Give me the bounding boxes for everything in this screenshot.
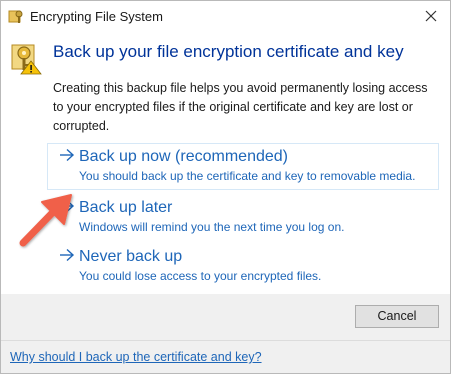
arrow-right-icon xyxy=(60,148,75,162)
option-back-up-later[interactable]: Back up later Windows will remind you th… xyxy=(47,194,439,241)
option-title: Back up now (recommended) xyxy=(79,148,288,165)
certificate-key-warning-icon xyxy=(11,44,42,75)
option-subtitle: You could lose access to your encrypted … xyxy=(79,269,322,283)
cancel-button[interactable]: Cancel xyxy=(355,305,439,328)
description-text: Creating this backup file helps you avoi… xyxy=(53,81,428,133)
divider xyxy=(1,340,450,341)
title-bar: Encrypting File System xyxy=(1,1,450,31)
certificate-key-icon xyxy=(8,10,23,23)
page-title: Back up your file encryption certificate… xyxy=(53,42,404,61)
red-pointer-arrow-icon xyxy=(19,194,72,247)
option-title: Back up later xyxy=(79,199,173,216)
option-never-back-up[interactable]: Never back up You could lose access to y… xyxy=(47,243,439,290)
option-subtitle: Windows will remind you the next time yo… xyxy=(79,220,345,234)
help-link[interactable]: Why should I back up the certificate and… xyxy=(10,350,262,365)
window-title: Encrypting File System xyxy=(30,9,163,24)
efs-backup-dialog: Encrypting File System Back up your file… xyxy=(0,0,451,374)
close-icon[interactable] xyxy=(418,4,444,28)
option-back-up-now[interactable]: Back up now (recommended) You should bac… xyxy=(47,143,439,190)
option-title: Never back up xyxy=(79,248,183,265)
dialog-footer: Cancel Why should I back up the certific… xyxy=(1,294,450,373)
option-subtitle: You should back up the certificate and k… xyxy=(79,169,416,183)
